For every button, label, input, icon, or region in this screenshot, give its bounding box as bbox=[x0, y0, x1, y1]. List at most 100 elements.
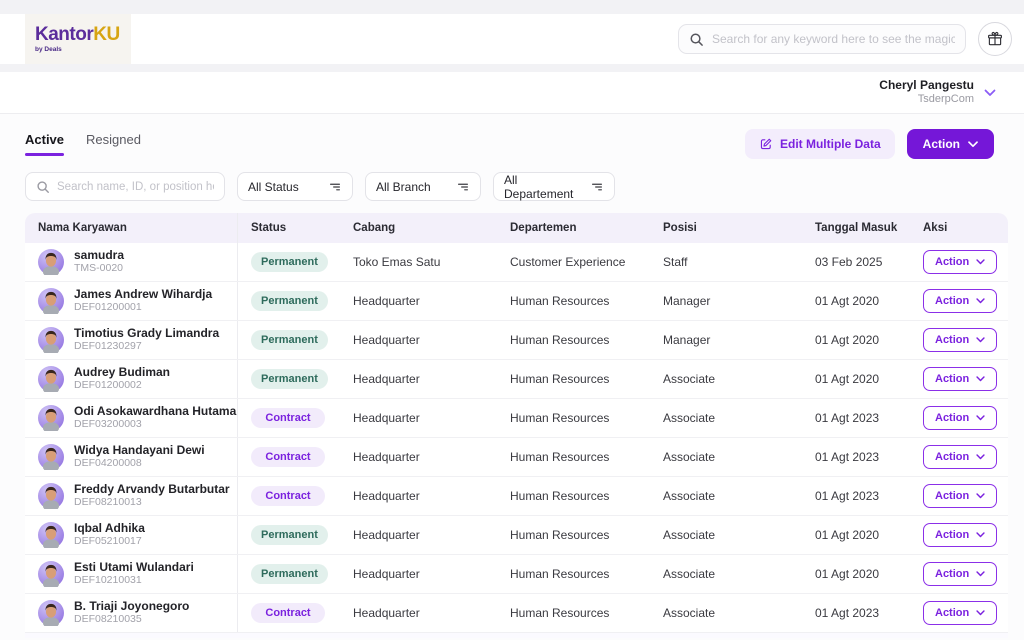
table-row: James Andrew Wihardja DEF01200001 Perman… bbox=[25, 282, 1008, 321]
table-row: Freddy Arvandy Butarbutar DEF08210013 Co… bbox=[25, 477, 1008, 516]
branch-cell: Headquarter bbox=[340, 489, 497, 503]
join-date-cell: 01 Agt 2020 bbox=[802, 294, 910, 308]
column-header-status: Status bbox=[238, 222, 340, 234]
branch-cell: Toko Emas Satu bbox=[340, 255, 497, 269]
chevron-down-icon bbox=[976, 571, 985, 577]
filter-lines-icon bbox=[328, 180, 342, 194]
row-action-button[interactable]: Action bbox=[923, 406, 997, 430]
employee-id: DEF08210035 bbox=[74, 613, 189, 627]
branch-cell: Headquarter bbox=[340, 606, 497, 620]
branch-filter-dropdown[interactable]: All Branch bbox=[365, 172, 481, 201]
employee-avatar bbox=[38, 600, 64, 626]
app-logo[interactable]: KantorKU by Deals bbox=[25, 14, 131, 64]
filter-lines-icon bbox=[590, 180, 604, 194]
employee-avatar bbox=[38, 483, 64, 509]
profile-menu-chevron[interactable] bbox=[984, 89, 996, 97]
chevron-down-icon bbox=[976, 376, 985, 382]
row-action-button[interactable]: Action bbox=[923, 328, 997, 352]
employee-name: Esti Utami Wulandari bbox=[74, 560, 194, 574]
app-header: KantorKU by Deals bbox=[0, 14, 1024, 64]
global-search[interactable] bbox=[678, 24, 966, 54]
table-row: Widya Handayani Dewi DEF04200008 Contrac… bbox=[25, 438, 1008, 477]
bulk-action-button[interactable]: Action bbox=[907, 129, 994, 159]
employee-avatar bbox=[38, 444, 64, 470]
edit-multiple-data-button[interactable]: Edit Multiple Data bbox=[745, 129, 895, 159]
table-search-input[interactable] bbox=[57, 181, 214, 193]
employee-name: Widya Handayani Dewi bbox=[74, 443, 205, 457]
row-action-button[interactable]: Action bbox=[923, 523, 997, 547]
table-row: Timotius Grady Limandra DEF01230297 Perm… bbox=[25, 321, 1008, 360]
profile-bar: Cheryl Pangestu TsderpCom bbox=[0, 72, 1024, 114]
join-date-cell: 01 Agt 2020 bbox=[802, 528, 910, 542]
table-row: Iqbal Adhika DEF05210017 Permanent Headq… bbox=[25, 516, 1008, 555]
row-action-label: Action bbox=[935, 295, 969, 307]
column-header-departemen: Departemen bbox=[497, 222, 650, 234]
employee-id: DEF01200001 bbox=[74, 301, 212, 315]
bulk-action-label: Action bbox=[923, 137, 960, 151]
department-cell: Human Resources bbox=[497, 528, 650, 542]
gift-button[interactable] bbox=[978, 22, 1012, 56]
department-cell: Human Resources bbox=[497, 294, 650, 308]
branch-filter-label: All Branch bbox=[376, 180, 431, 194]
column-header-tanggal-masuk: Tanggal Masuk bbox=[802, 222, 910, 234]
branch-cell: Headquarter bbox=[340, 411, 497, 425]
tab-bar: Active Resigned bbox=[25, 132, 141, 156]
join-date-cell: 01 Agt 2023 bbox=[802, 489, 910, 503]
position-cell: Staff bbox=[650, 255, 802, 269]
table-row: samudra TMS-0020 Permanent Toko Emas Sat… bbox=[25, 243, 1008, 282]
row-action-button[interactable]: Action bbox=[923, 484, 997, 508]
row-action-label: Action bbox=[935, 373, 969, 385]
edit-multiple-data-label: Edit Multiple Data bbox=[780, 137, 881, 151]
department-filter-dropdown[interactable]: All Departement bbox=[493, 172, 615, 201]
logo-primary: Kantor bbox=[35, 24, 93, 45]
department-cell: Human Resources bbox=[497, 450, 650, 464]
row-action-button[interactable]: Action bbox=[923, 562, 997, 586]
table-search[interactable] bbox=[25, 172, 225, 201]
row-action-button[interactable]: Action bbox=[923, 445, 997, 469]
join-date-cell: 01 Agt 2023 bbox=[802, 450, 910, 464]
main-content: Active Resigned Edit Multiple Data Actio… bbox=[0, 114, 1024, 640]
table-row: B. Triaji Joyonegoro DEF08210035 Contrac… bbox=[25, 594, 1008, 633]
search-icon bbox=[36, 180, 50, 194]
row-action-button[interactable]: Action bbox=[923, 367, 997, 391]
tab-resigned[interactable]: Resigned bbox=[86, 132, 141, 156]
status-badge: Contract bbox=[251, 447, 325, 467]
position-cell: Associate bbox=[650, 450, 802, 464]
gift-icon bbox=[986, 30, 1004, 48]
status-filter-dropdown[interactable]: All Status bbox=[237, 172, 353, 201]
status-badge: Contract bbox=[251, 486, 325, 506]
employee-table: Nama Karyawan Status Cabang Departemen P… bbox=[25, 213, 1008, 638]
table-row: Odi Asokawardhana Hutama DEF03200003 Con… bbox=[25, 399, 1008, 438]
chevron-down-icon bbox=[968, 141, 978, 148]
chevron-down-icon bbox=[976, 610, 985, 616]
row-action-label: Action bbox=[935, 451, 969, 463]
employee-name: Iqbal Adhika bbox=[74, 521, 145, 535]
department-cell: Human Resources bbox=[497, 567, 650, 581]
department-cell: Human Resources bbox=[497, 411, 650, 425]
employee-id: DEF08210013 bbox=[74, 496, 230, 510]
employee-avatar bbox=[38, 327, 64, 353]
row-action-button[interactable]: Action bbox=[923, 250, 997, 274]
position-cell: Manager bbox=[650, 333, 802, 347]
employee-id: DEF03200003 bbox=[74, 418, 236, 432]
position-cell: Associate bbox=[650, 606, 802, 620]
department-cell: Human Resources bbox=[497, 489, 650, 503]
row-action-button[interactable]: Action bbox=[923, 289, 997, 313]
row-action-button[interactable]: Action bbox=[923, 601, 997, 625]
employee-name: B. Triaji Joyonegoro bbox=[74, 599, 189, 613]
column-header-cabang: Cabang bbox=[340, 222, 497, 234]
employee-id: DEF05210017 bbox=[74, 535, 145, 549]
department-cell: Human Resources bbox=[497, 606, 650, 620]
table-row: Esti Utami Wulandari DEF10210031 Permane… bbox=[25, 555, 1008, 594]
row-action-label: Action bbox=[935, 607, 969, 619]
status-badge: Permanent bbox=[251, 252, 328, 272]
join-date-cell: 01 Agt 2020 bbox=[802, 333, 910, 347]
position-cell: Associate bbox=[650, 567, 802, 581]
global-search-input[interactable] bbox=[712, 32, 955, 46]
employee-id: DEF01230297 bbox=[74, 340, 219, 354]
tab-active[interactable]: Active bbox=[25, 132, 64, 156]
logo-subtitle: by Deals bbox=[35, 46, 131, 53]
department-cell: Human Resources bbox=[497, 333, 650, 347]
table-header-row: Nama Karyawan Status Cabang Departemen P… bbox=[25, 213, 1008, 243]
row-action-label: Action bbox=[935, 412, 969, 424]
